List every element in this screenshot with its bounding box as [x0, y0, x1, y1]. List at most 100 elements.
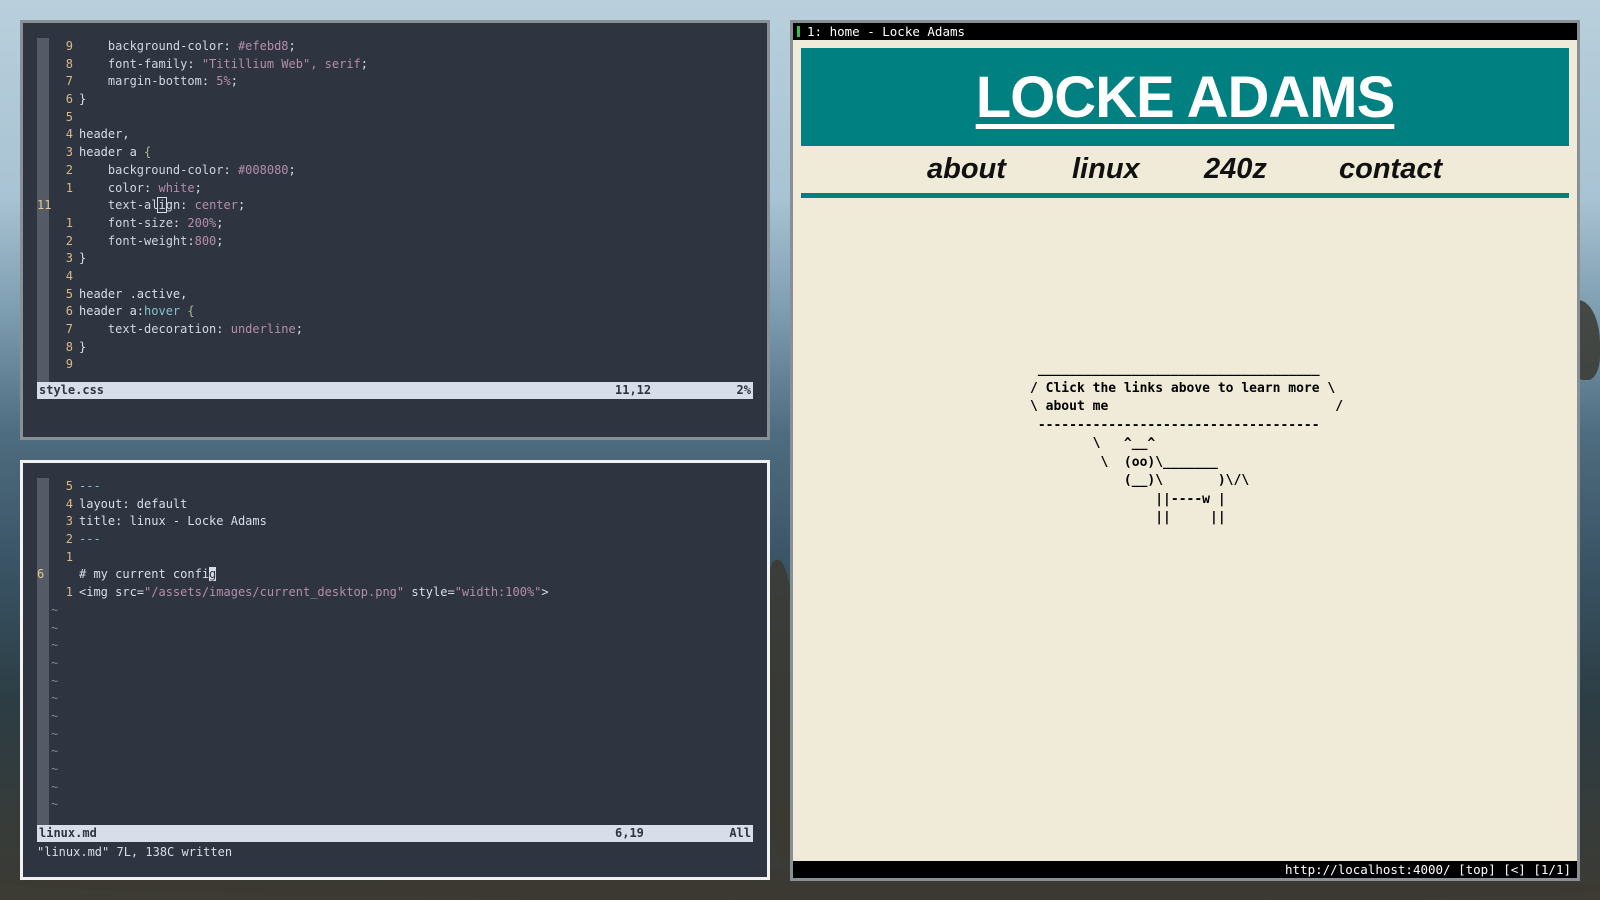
statusline-cursor-position: 6,19 [615, 826, 644, 840]
css-editor-buffer[interactable]: 9 background-color: #efebd8; 8 font-famil… [37, 38, 753, 383]
end-of-buffer-tilde: ~ [51, 762, 59, 776]
code-token: font-size [79, 215, 173, 230]
line-number: 8 [65, 56, 73, 71]
line-number: 2 [65, 233, 73, 248]
line-number: 9 [65, 357, 73, 372]
site-title-link[interactable]: LOCKE ADAMS [976, 64, 1396, 131]
code-token: font-family [79, 56, 188, 71]
code-text: font-size: 200%; [79, 215, 224, 233]
code-line[interactable]: 2 --- [37, 531, 753, 549]
empty-line: ~ [37, 655, 753, 673]
code-line[interactable]: 4 header, [37, 126, 753, 144]
code-token: ; [194, 180, 202, 195]
code-token: gn [165, 198, 181, 213]
markdown-editor-buffer[interactable]: 5 --- 4 layout: default 3 title: linux - Lock… [37, 478, 753, 825]
code-line[interactable]: 9 [37, 356, 753, 374]
code-text: header, [79, 126, 130, 144]
code-text: font-weight:800; [79, 233, 224, 251]
code-text: background-color: #efebd8; [79, 38, 296, 56]
end-of-buffer-tilde: ~ [51, 744, 59, 759]
code-token: ; [216, 233, 224, 248]
browser-tab-title: 1: home - Locke Adams [807, 24, 966, 39]
code-token: # my current confi [79, 567, 210, 582]
code-line[interactable]: 3 title: linux - Locke Adams [37, 513, 753, 531]
code-token: : [223, 162, 238, 177]
code-line[interactable]: 5 --- [37, 478, 753, 496]
code-text: text-decoration: underline; [79, 321, 303, 339]
code-text: --- [79, 531, 101, 549]
end-of-buffer-tilde: ~ [51, 638, 59, 653]
code-line[interactable]: 7 margin-bottom: 5%; [37, 73, 753, 91]
empty-line: ~ [37, 673, 753, 691]
code-token: 5% [216, 74, 231, 89]
code-line[interactable]: 1 <img src="/assets/images/current_deskto… [37, 584, 753, 602]
code-token: background-color [79, 39, 224, 53]
code-text: color: white; [79, 180, 202, 198]
code-text: } [79, 91, 86, 109]
code-token: style= [404, 585, 455, 600]
nav-link-240z[interactable]: 240z [1204, 153, 1267, 186]
line-number: 3 [65, 251, 73, 266]
code-token: : [187, 233, 195, 248]
code-line[interactable]: 11 text-align: center; [37, 197, 753, 215]
code-line[interactable]: 9 background-color: #efebd8; [37, 38, 753, 56]
code-token: background-color [79, 162, 224, 177]
code-line[interactable]: 8 font-family: "Titillium Web", serif; [37, 56, 753, 74]
nav-link-linux[interactable]: linux [1072, 153, 1140, 186]
code-line[interactable]: 3} [37, 250, 753, 268]
line-number: 6 [65, 92, 73, 107]
site-header: LOCKE ADAMS [801, 48, 1569, 146]
code-line[interactable]: 6 header a:hover { [37, 303, 753, 321]
code-line[interactable]: 5 header .active, [37, 286, 753, 304]
empty-line: ~ [37, 726, 753, 744]
line-number: 9 [65, 39, 73, 53]
code-token: header, [79, 127, 130, 142]
code-token: ; [230, 74, 238, 89]
code-line[interactable]: 1 color: white; [37, 180, 753, 198]
code-token: } [79, 92, 87, 107]
nav-link-about[interactable]: about [927, 153, 1006, 186]
end-of-buffer-tilde: ~ [51, 602, 59, 617]
code-token: } [79, 251, 87, 266]
code-text: text-align: center; [79, 197, 245, 215]
statusline: style.css 11,12 2% [37, 382, 753, 399]
code-text: } [79, 250, 86, 268]
code-line[interactable]: 6 # my current config [37, 566, 753, 584]
code-token: ; [216, 215, 224, 230]
code-text: } [79, 339, 86, 357]
code-line[interactable]: 3 header a { [37, 144, 753, 162]
line-number: 7 [65, 322, 73, 336]
statusline: linux.md 6,19 All [37, 825, 753, 842]
vim-window-style-css[interactable]: 9 background-color: #efebd8; 8 font-famil… [20, 20, 770, 440]
line-number: 2 [65, 162, 73, 177]
code-line[interactable]: 8} [37, 339, 753, 357]
code-token: #008080 [237, 162, 289, 177]
browser-status-bar: http://localhost:4000/ [top] [<] [1/1] [793, 861, 1577, 878]
line-number: 6 [37, 567, 45, 582]
statusline-cursor-position: 11,12 [615, 383, 652, 397]
code-line[interactable]: 7 text-decoration: underline; [37, 321, 753, 339]
code-token: "Titillium Web", serif [201, 56, 361, 71]
nav-link-contact[interactable]: contact [1339, 153, 1442, 186]
code-token: : [187, 56, 202, 71]
code-text: title: linux - Locke Adams [79, 513, 267, 531]
code-line[interactable]: 2 font-weight:800; [37, 233, 753, 251]
line-number: 5 [65, 109, 73, 124]
code-token: header .active, [79, 286, 188, 301]
code-line[interactable]: 5 [37, 109, 753, 127]
code-line[interactable]: 1 [37, 549, 753, 567]
code-line[interactable]: 4 [37, 268, 753, 286]
code-line[interactable]: 4 layout: default [37, 496, 753, 514]
cowsay-message: ____________________________________ / C… [1030, 362, 1344, 525]
code-line[interactable]: 1 font-size: 200%; [37, 215, 753, 233]
end-of-buffer-tilde: ~ [51, 726, 59, 741]
browser-window[interactable]: 1: home - Locke Adams LOCKE ADAMS about … [790, 20, 1580, 881]
code-line[interactable]: 2 background-color: #008080; [37, 162, 753, 180]
code-token: : [172, 215, 188, 230]
code-line[interactable]: 6} [37, 91, 753, 109]
line-number: 3 [65, 145, 73, 160]
code-token: } [79, 339, 87, 354]
vim-window-linux-md[interactable]: 5 --- 4 layout: default 3 title: linux - Lock… [20, 460, 770, 880]
line-number: 5 [65, 286, 73, 301]
line-number: 4 [65, 268, 73, 283]
